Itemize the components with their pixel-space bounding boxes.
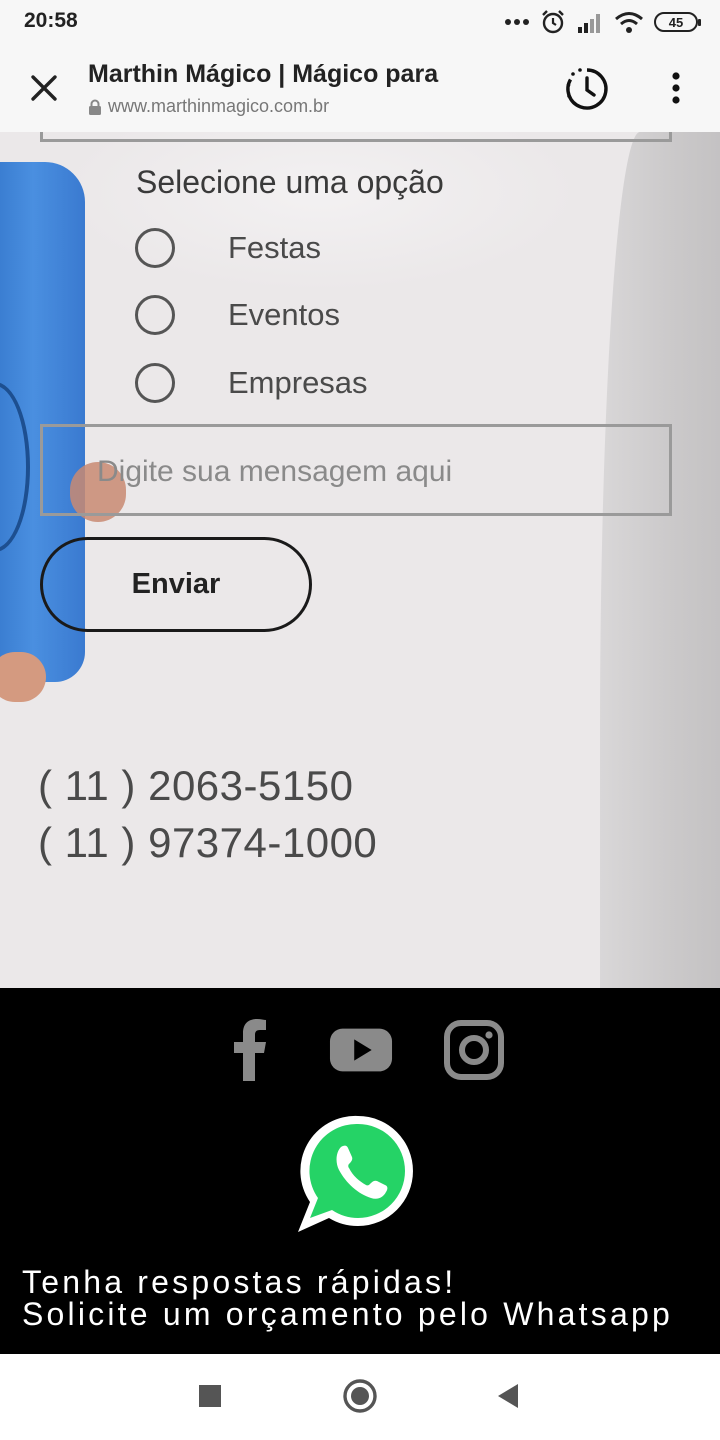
history-button[interactable] [562, 64, 612, 114]
status-bar: 20:58 45 [0, 0, 720, 44]
home-icon [343, 1379, 377, 1413]
radio-label: Festas [228, 230, 322, 265]
facebook-icon [234, 1019, 266, 1081]
more-dots-icon [505, 19, 529, 25]
radio-button[interactable] [135, 228, 175, 268]
more-options-button[interactable] [656, 66, 696, 110]
social-links [0, 1018, 720, 1088]
signal-icon [578, 14, 600, 33]
page-content: Selecione uma opção Festas Eventos Empre… [0, 132, 720, 988]
previous-input-field[interactable] [40, 132, 672, 142]
option-group-label: Selecione uma opção [136, 164, 444, 200]
background-light-blob [60, 132, 580, 292]
back-icon [498, 1384, 518, 1408]
radio-option-eventos[interactable]: Eventos [135, 295, 340, 335]
radio-option-festas[interactable]: Festas [135, 228, 321, 268]
footer: Tenha respostas rápidas! Solicite um orç… [0, 988, 720, 1354]
close-button[interactable] [22, 66, 66, 110]
instagram-link[interactable] [442, 1018, 506, 1082]
radio-button[interactable] [135, 295, 175, 335]
page-title: Marthin Mágico | Mágico para [88, 60, 439, 88]
radio-option-empresas[interactable]: Empresas [135, 363, 368, 403]
wifi-icon [615, 12, 643, 33]
phone-number-2[interactable]: ( 11 ) 97374-1000 [38, 819, 377, 867]
more-vert-icon [672, 72, 680, 104]
send-button[interactable]: Enviar [40, 537, 312, 632]
message-input[interactable]: Digite sua mensagem aqui [40, 424, 672, 516]
phone-number-1[interactable]: ( 11 ) 2063-5150 [38, 762, 353, 810]
background-hand [0, 652, 46, 702]
whatsapp-icon [298, 1115, 413, 1232]
background-figure [600, 132, 720, 988]
instagram-icon [444, 1020, 504, 1080]
battery-icon: 45 [654, 12, 701, 32]
close-icon [31, 75, 57, 101]
alarm-icon [542, 10, 564, 34]
history-icon [566, 68, 608, 110]
url-bar[interactable]: www.marthinmagico.com.br [88, 96, 329, 117]
home-button[interactable] [338, 1374, 382, 1418]
whatsapp-link[interactable] [296, 1110, 420, 1234]
status-time: 20:58 [24, 9, 78, 32]
radio-label: Empresas [228, 365, 368, 400]
facebook-link[interactable] [218, 1018, 282, 1082]
back-button[interactable] [486, 1374, 530, 1418]
youtube-icon [329, 1028, 393, 1072]
url-text: www.marthinmagico.com.br [108, 96, 330, 116]
system-nav-bar [0, 1354, 720, 1440]
status-icons: 45 [504, 8, 701, 36]
cta-line-2: Solicite um orçamento pelo Whatsapp [22, 1296, 673, 1332]
cta-line-1: Tenha respostas rápidas! [22, 1264, 457, 1300]
battery-level: 45 [668, 14, 684, 30]
recents-icon [199, 1385, 221, 1407]
youtube-link[interactable] [329, 1018, 393, 1082]
radio-label: Eventos [228, 297, 341, 332]
browser-toolbar: Marthin Mágico | Mágico para www.marthin… [0, 44, 720, 132]
recents-button[interactable] [188, 1374, 232, 1418]
message-placeholder: Digite sua mensagem aqui [97, 455, 453, 488]
whatsapp-cta[interactable]: Tenha respostas rápidas! Solicite um orç… [22, 1266, 673, 1330]
lock-icon [89, 99, 101, 115]
radio-button[interactable] [135, 363, 175, 403]
